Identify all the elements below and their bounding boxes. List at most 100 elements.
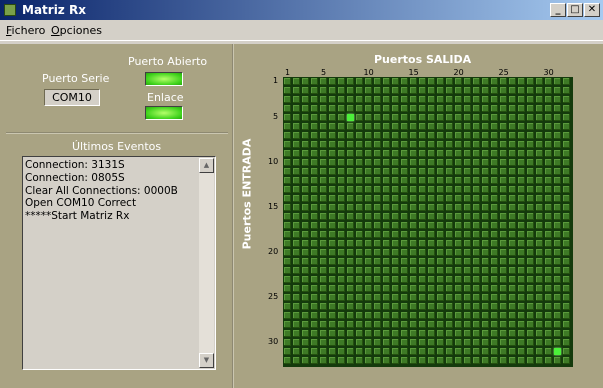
- crosspoint-cell[interactable]: [482, 177, 489, 184]
- crosspoint-cell[interactable]: [302, 267, 309, 274]
- crosspoint-cell[interactable]: [518, 114, 525, 121]
- crosspoint-cell[interactable]: [356, 87, 363, 94]
- events-list-box[interactable]: Connection: 3131S Connection: 0805S Clea…: [22, 156, 216, 370]
- crosspoint-cell[interactable]: [491, 123, 498, 130]
- crosspoint-cell[interactable]: [293, 267, 300, 274]
- crosspoint-cell[interactable]: [509, 222, 516, 229]
- crosspoint-cell[interactable]: [347, 168, 354, 175]
- crosspoint-cell[interactable]: [365, 267, 372, 274]
- crosspoint-cell[interactable]: [518, 204, 525, 211]
- crosspoint-cell[interactable]: [401, 78, 408, 85]
- crosspoint-cell[interactable]: [410, 114, 417, 121]
- crosspoint-cell[interactable]: [563, 186, 570, 193]
- crosspoint-cell[interactable]: [518, 267, 525, 274]
- crosspoint-cell[interactable]: [437, 258, 444, 265]
- crosspoint-cell[interactable]: [518, 249, 525, 256]
- crosspoint-cell[interactable]: [428, 168, 435, 175]
- crosspoint-cell[interactable]: [563, 141, 570, 148]
- crosspoint-cell[interactable]: [491, 186, 498, 193]
- crosspoint-cell[interactable]: [554, 186, 561, 193]
- crosspoint-cell[interactable]: [464, 87, 471, 94]
- crosspoint-cell[interactable]: [464, 123, 471, 130]
- crosspoint-cell[interactable]: [302, 159, 309, 166]
- crosspoint-cell[interactable]: [320, 330, 327, 337]
- crosspoint-cell[interactable]: [365, 177, 372, 184]
- crosspoint-cell[interactable]: [428, 240, 435, 247]
- crosspoint-cell[interactable]: [536, 339, 543, 346]
- crosspoint-cell[interactable]: [293, 96, 300, 103]
- crosspoint-cell[interactable]: [437, 195, 444, 202]
- crosspoint-cell[interactable]: [356, 168, 363, 175]
- crosspoint-cell[interactable]: [500, 132, 507, 139]
- crosspoint-cell[interactable]: [347, 267, 354, 274]
- crosspoint-cell[interactable]: [455, 186, 462, 193]
- crosspoint-cell[interactable]: [329, 294, 336, 301]
- crosspoint-cell[interactable]: [455, 195, 462, 202]
- crosspoint-cell[interactable]: [293, 213, 300, 220]
- crosspoint-cell[interactable]: [473, 213, 480, 220]
- crosspoint-cell[interactable]: [500, 87, 507, 94]
- crosspoint-cell[interactable]: [419, 357, 426, 364]
- crosspoint-cell[interactable]: [392, 186, 399, 193]
- crosspoint-cell[interactable]: [365, 258, 372, 265]
- crosspoint-cell[interactable]: [338, 105, 345, 112]
- crosspoint-cell[interactable]: [392, 240, 399, 247]
- crosspoint-cell[interactable]: [419, 312, 426, 319]
- crosspoint-cell[interactable]: [374, 177, 381, 184]
- crosspoint-cell[interactable]: [464, 105, 471, 112]
- crosspoint-cell[interactable]: [419, 123, 426, 130]
- crosspoint-cell[interactable]: [284, 249, 291, 256]
- crosspoint-cell[interactable]: [419, 321, 426, 328]
- crosspoint-cell[interactable]: [401, 303, 408, 310]
- crosspoint-cell[interactable]: [491, 348, 498, 355]
- crosspoint-cell[interactable]: [527, 240, 534, 247]
- crosspoint-cell[interactable]: [491, 357, 498, 364]
- crosspoint-cell[interactable]: [482, 258, 489, 265]
- crosspoint-cell[interactable]: [374, 114, 381, 121]
- crosspoint-cell[interactable]: [419, 150, 426, 157]
- crosspoint-cell[interactable]: [392, 222, 399, 229]
- crosspoint-cell[interactable]: [527, 177, 534, 184]
- crosspoint-cell[interactable]: [500, 348, 507, 355]
- crosspoint-cell[interactable]: [347, 249, 354, 256]
- crosspoint-cell[interactable]: [428, 303, 435, 310]
- crosspoint-cell[interactable]: [527, 78, 534, 85]
- crosspoint-cell[interactable]: [356, 321, 363, 328]
- crosspoint-cell[interactable]: [293, 231, 300, 238]
- crosspoint-cell[interactable]: [491, 204, 498, 211]
- crosspoint-cell[interactable]: [428, 267, 435, 274]
- crosspoint-cell[interactable]: [491, 159, 498, 166]
- crosspoint-cell[interactable]: [437, 357, 444, 364]
- crosspoint-cell[interactable]: [563, 357, 570, 364]
- crosspoint-cell[interactable]: [464, 348, 471, 355]
- crosspoint-cell[interactable]: [284, 240, 291, 247]
- crosspoint-cell[interactable]: [347, 186, 354, 193]
- crosspoint-cell[interactable]: [536, 78, 543, 85]
- crosspoint-cell[interactable]: [482, 231, 489, 238]
- crosspoint-cell[interactable]: [446, 357, 453, 364]
- crosspoint-cell[interactable]: [446, 105, 453, 112]
- crosspoint-cell[interactable]: [437, 132, 444, 139]
- crosspoint-cell[interactable]: [320, 339, 327, 346]
- crosspoint-cell[interactable]: [320, 240, 327, 247]
- crosspoint-cell[interactable]: [392, 357, 399, 364]
- crosspoint-cell[interactable]: [365, 87, 372, 94]
- crosspoint-cell[interactable]: [347, 294, 354, 301]
- crosspoint-matrix[interactable]: [283, 77, 573, 367]
- close-button[interactable]: ✕: [584, 3, 600, 17]
- crosspoint-cell[interactable]: [383, 276, 390, 283]
- crosspoint-cell[interactable]: [563, 87, 570, 94]
- crosspoint-cell[interactable]: [563, 222, 570, 229]
- crosspoint-cell[interactable]: [473, 123, 480, 130]
- crosspoint-cell[interactable]: [356, 312, 363, 319]
- crosspoint-cell[interactable]: [419, 114, 426, 121]
- crosspoint-cell[interactable]: [554, 357, 561, 364]
- crosspoint-cell[interactable]: [491, 168, 498, 175]
- crosspoint-cell[interactable]: [329, 222, 336, 229]
- crosspoint-cell[interactable]: [392, 159, 399, 166]
- crosspoint-cell[interactable]: [428, 204, 435, 211]
- crosspoint-cell[interactable]: [437, 159, 444, 166]
- crosspoint-cell[interactable]: [347, 87, 354, 94]
- crosspoint-cell[interactable]: [320, 78, 327, 85]
- crosspoint-cell[interactable]: [329, 168, 336, 175]
